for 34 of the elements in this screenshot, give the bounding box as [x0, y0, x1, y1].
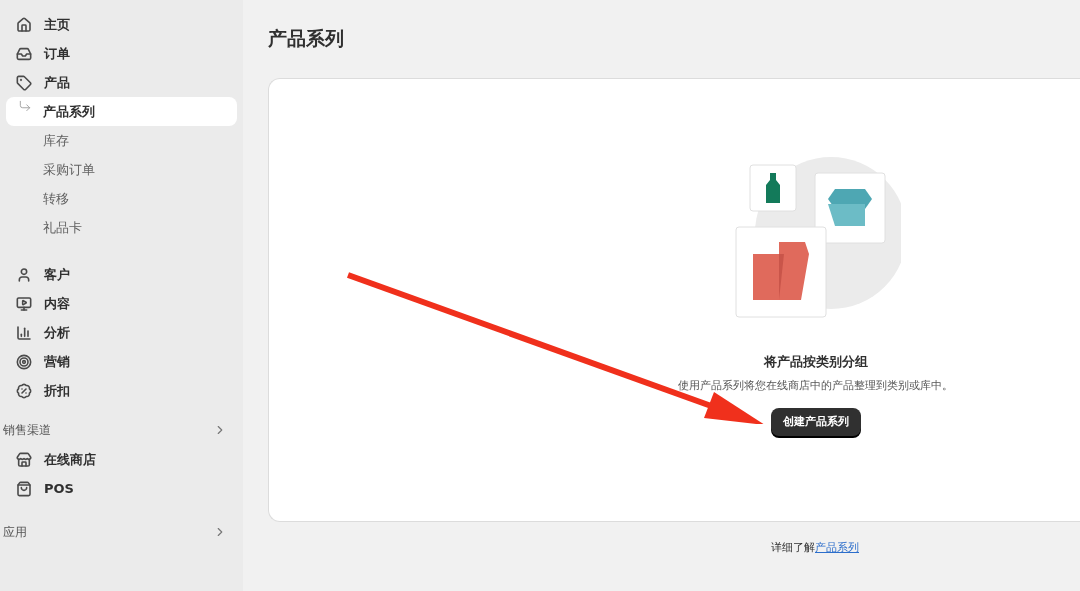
nav-subitem[interactable]: 产品系列 [6, 97, 237, 126]
create-collection-button[interactable]: 创建产品系列 [770, 408, 861, 436]
collections-link[interactable]: 产品系列 [815, 541, 859, 554]
nav-subitem[interactable]: 礼品卡 [6, 213, 237, 242]
nav-item[interactable]: 内容 [6, 289, 237, 318]
nav-item[interactable]: 客户 [6, 260, 237, 289]
percent-badge-icon [16, 382, 32, 399]
store-icon [16, 451, 32, 468]
person-icon [16, 266, 32, 283]
nav-subitem[interactable]: 采购订单 [6, 155, 237, 184]
nav-subitem[interactable]: 转移 [6, 184, 237, 213]
bar-chart-icon [16, 324, 32, 341]
nav-item[interactable]: 分析 [6, 318, 237, 347]
shopping-bag-icon [16, 480, 32, 497]
learn-more-text: 详细了解产品系列 [771, 540, 859, 556]
section-header[interactable]: 应用 [0, 520, 243, 544]
nav-item[interactable]: POS [6, 474, 237, 503]
empty-state-heading: 将产品按类别分组 [763, 353, 868, 371]
tag-icon [16, 74, 32, 91]
nav-item[interactable]: 订单 [6, 39, 237, 68]
empty-state-description: 使用产品系列将您在线商店中的产品整理到类别或库中。 [678, 377, 953, 394]
branch-icon [18, 99, 32, 113]
target-icon [16, 353, 32, 370]
page-title: 产品系列 [268, 26, 345, 51]
nav-item[interactable]: 产品 [6, 68, 237, 97]
nav-item[interactable]: 营销 [6, 347, 237, 376]
section-header[interactable]: 销售渠道 [0, 418, 243, 442]
nav-subitem[interactable]: 库存 [6, 126, 237, 155]
nav-item[interactable]: 在线商店 [6, 445, 237, 474]
inbox-icon [16, 45, 32, 62]
home-icon [16, 16, 32, 33]
monitor-icon [16, 295, 32, 312]
nav-item[interactable]: 主页 [6, 10, 237, 39]
nav-item[interactable]: 折扣 [6, 376, 237, 405]
